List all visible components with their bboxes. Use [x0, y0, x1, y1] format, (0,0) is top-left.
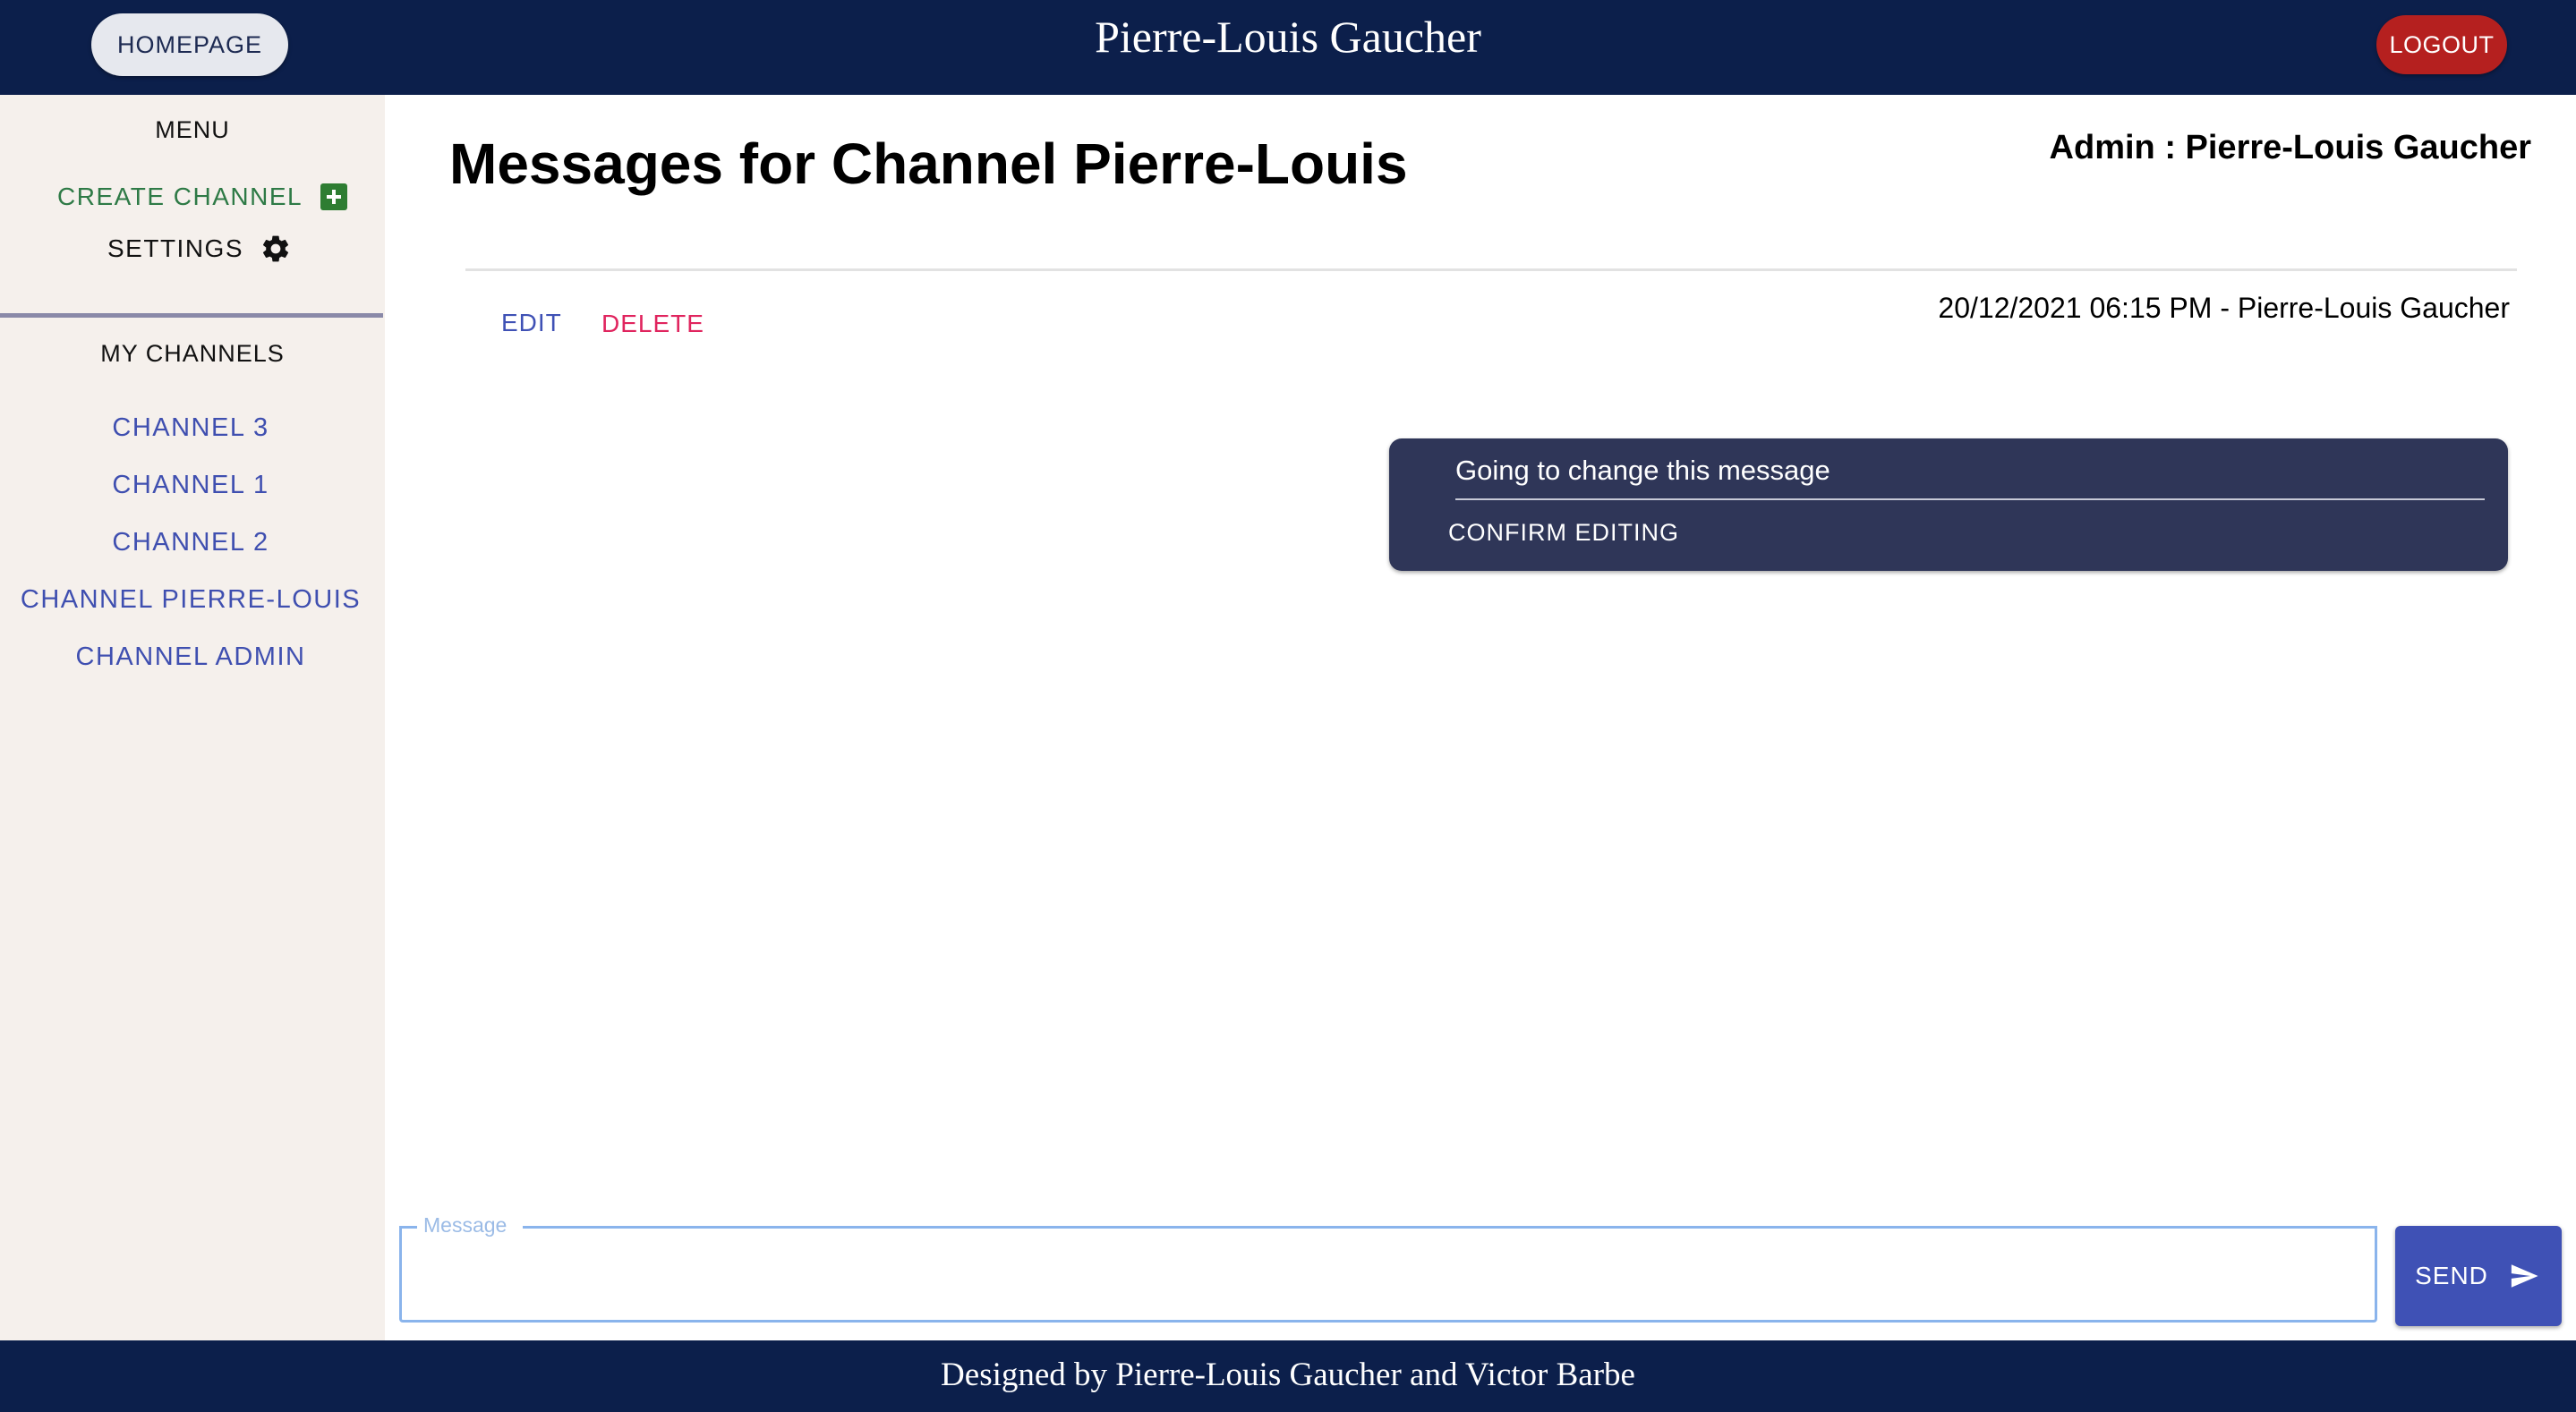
send-icon: [2511, 1264, 2538, 1288]
top-app-bar: HOMEPAGE Pierre-Louis Gaucher LOGOUT: [0, 0, 2576, 95]
sidebar-item-channel-3[interactable]: CHANNEL 3: [0, 413, 381, 443]
confirm-editing-button[interactable]: CONFIRM EDITING: [1448, 519, 1679, 547]
sidebar-item-channel-1[interactable]: CHANNEL 1: [0, 471, 381, 500]
sidebar-item-channel-2[interactable]: CHANNEL 2: [0, 528, 381, 557]
settings-button[interactable]: SETTINGS: [107, 231, 292, 267]
input-outline-segment: [399, 1226, 417, 1229]
settings-label: SETTINGS: [107, 234, 244, 262]
admin-label: Admin : Pierre-Louis Gaucher: [2049, 129, 2531, 166]
my-channels-title: MY CHANNELS: [100, 340, 285, 367]
site-title: Pierre-Louis Gaucher: [1095, 12, 1481, 62]
create-channel-button[interactable]: CREATE CHANNEL: [57, 179, 348, 215]
sidebar-divider: [0, 313, 383, 318]
footer: Designed by Pierre-Louis Gaucher and Vic…: [0, 1340, 2576, 1412]
message-meta: 20/12/2021 06:15 PM - Pierre-Louis Gauch…: [1938, 292, 2510, 324]
content-divider: [465, 268, 2517, 271]
input-outline-segment: [523, 1226, 2377, 1229]
sidebar-item-channel-pierre-louis[interactable]: CHANNEL PIERRE-LOUIS: [0, 585, 381, 615]
message-input[interactable]: [399, 1226, 2377, 1323]
send-label: SEND: [2415, 1262, 2488, 1289]
message-input-label: Message: [423, 1213, 508, 1237]
edit-input-underline: [1455, 498, 2485, 500]
menu-title: MENU: [155, 116, 230, 143]
edit-message-input[interactable]: Going to change this message: [1455, 455, 2485, 487]
page-title: Messages for Channel Pierre-Louis: [449, 132, 1408, 196]
sidebar: MENU CREATE CHANNEL SETTINGS MY CHANNELS…: [0, 95, 385, 1340]
edit-message-button[interactable]: EDIT: [501, 309, 562, 337]
footer-text: Designed by Pierre-Louis Gaucher and Vic…: [941, 1357, 1635, 1393]
logout-button[interactable]: LOGOUT: [2376, 15, 2507, 74]
plus-box-icon: [320, 183, 348, 210]
create-channel-label: CREATE CHANNEL: [57, 183, 303, 210]
delete-message-button[interactable]: DELETE: [601, 310, 704, 338]
sidebar-item-channel-admin[interactable]: CHANNEL ADMIN: [0, 642, 381, 672]
message-bubble: Going to change this message CONFIRM EDI…: [1389, 438, 2508, 571]
send-button[interactable]: SEND: [2395, 1226, 2562, 1326]
gear-icon: [263, 235, 289, 262]
